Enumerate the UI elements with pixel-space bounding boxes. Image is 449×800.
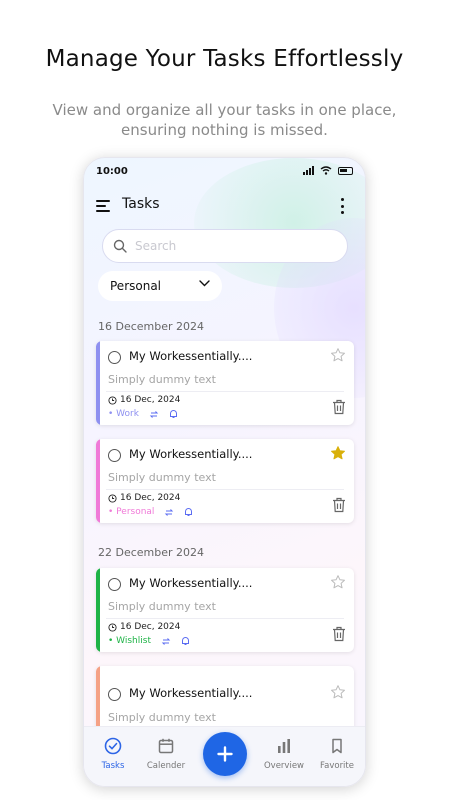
nav-label: Favorite <box>320 761 354 771</box>
complete-checkbox[interactable] <box>108 449 121 462</box>
complete-checkbox[interactable] <box>108 578 121 591</box>
star-filled-icon[interactable] <box>330 445 346 461</box>
calendar-icon <box>158 738 174 754</box>
plus-icon <box>217 746 233 762</box>
task-description: Simply dummy text <box>108 711 216 724</box>
repeat-icon <box>149 410 159 418</box>
repeat-icon <box>165 508 174 516</box>
search-input[interactable] <box>135 239 325 253</box>
task-title: My Workessentially.... <box>129 349 253 363</box>
bookmark-icon <box>332 738 342 754</box>
wifi-icon <box>320 166 332 175</box>
filter-selected-label: Personal <box>110 279 162 293</box>
chevron-down-icon <box>199 280 210 287</box>
bell-icon <box>169 410 177 418</box>
search-bar[interactable] <box>102 229 348 263</box>
task-date: 16 Dec, 2024 <box>120 493 181 503</box>
status-time: 10:00 <box>96 166 128 177</box>
nav-favorite[interactable]: Favorite <box>312 737 362 771</box>
clock-icon <box>108 493 117 503</box>
task-description: Simply dummy text <box>108 373 216 386</box>
page-title: Tasks <box>122 196 160 212</box>
add-task-button[interactable] <box>203 732 247 776</box>
task-card[interactable]: My Workessentially.... Simply dummy text… <box>96 439 354 523</box>
bottom-nav: Tasks Calender Overview Favorite <box>84 726 365 786</box>
nav-label: Calender <box>146 761 186 771</box>
phone-frame: 10:00 Tasks Search Personal 16 December … <box>83 157 366 787</box>
task-category: • Work <box>108 409 139 419</box>
battery-icon <box>338 166 353 175</box>
task-date: 16 Dec, 2024 <box>120 395 181 405</box>
trash-icon[interactable] <box>332 626 346 642</box>
date-group-header: 22 December 2024 <box>98 546 205 559</box>
complete-checkbox[interactable] <box>108 688 121 701</box>
bar-chart-icon <box>278 739 290 753</box>
nav-label: Overview <box>263 761 305 771</box>
hamburger-icon[interactable] <box>96 200 110 212</box>
bell-icon <box>181 637 189 645</box>
nav-overview[interactable]: Overview <box>259 737 309 771</box>
more-vertical-icon[interactable] <box>341 198 345 214</box>
star-outline-icon[interactable] <box>330 347 346 363</box>
task-card[interactable]: My Workessentially.... Simply dummy text… <box>96 568 354 652</box>
category-filter-dropdown[interactable]: Personal <box>98 271 222 301</box>
task-title: My Workessentially.... <box>129 447 253 461</box>
status-bar: 10:00 <box>96 166 353 180</box>
check-circle-icon <box>104 737 122 755</box>
task-category: • Personal <box>108 507 155 517</box>
repeat-icon <box>161 637 171 645</box>
app-bar: Tasks <box>96 196 353 216</box>
clock-icon <box>108 622 117 632</box>
search-icon <box>113 239 127 253</box>
promo-subline: View and organize all your tasks in one … <box>52 101 397 139</box>
nav-tasks[interactable]: Tasks <box>88 737 138 771</box>
star-outline-icon[interactable] <box>330 574 346 590</box>
task-description: Simply dummy text <box>108 471 216 484</box>
task-title: My Workessentially.... <box>129 576 253 590</box>
task-card[interactable]: My Workessentially.... Simply dummy text… <box>96 341 354 425</box>
task-category: • Wishlist <box>108 636 151 646</box>
bell-icon <box>185 508 193 516</box>
trash-icon[interactable] <box>332 497 346 513</box>
nav-label: Tasks <box>101 761 125 771</box>
date-group-header: 16 December 2024 <box>98 320 205 333</box>
nav-calendar[interactable]: Calender <box>141 737 191 771</box>
clock-icon <box>108 395 117 405</box>
complete-checkbox[interactable] <box>108 351 121 364</box>
trash-icon[interactable] <box>332 399 346 415</box>
task-description: Simply dummy text <box>108 600 216 613</box>
signal-icon <box>303 166 314 175</box>
star-outline-icon[interactable] <box>330 684 346 700</box>
promo-headline: Manage Your Tasks Effortlessly <box>45 46 404 72</box>
task-title: My Workessentially.... <box>129 686 253 700</box>
task-date: 16 Dec, 2024 <box>120 622 181 632</box>
